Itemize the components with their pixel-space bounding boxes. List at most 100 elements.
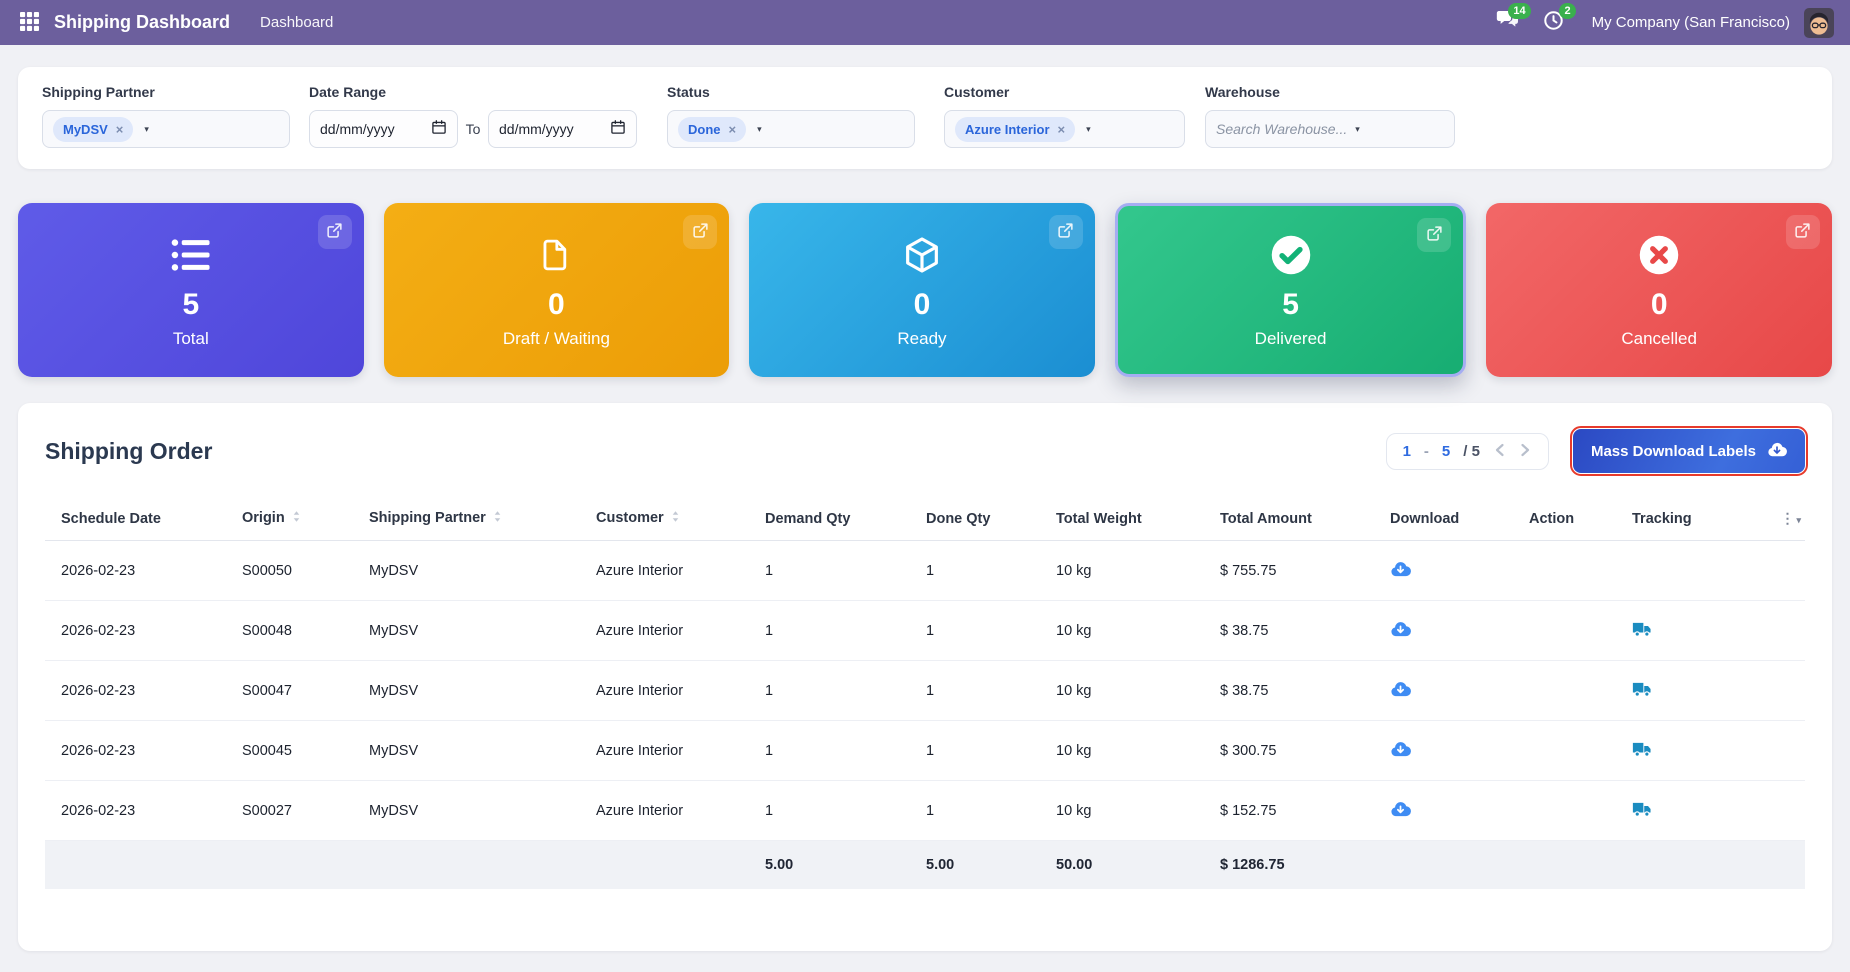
column-header-customer[interactable]: Customer — [580, 497, 749, 541]
download-label-icon[interactable] — [1390, 620, 1411, 637]
origin-cell: S00050 — [226, 540, 353, 601]
external-link-icon — [1057, 222, 1074, 242]
pager-prev-button[interactable] — [1493, 443, 1506, 460]
app-title[interactable]: Shipping Dashboard — [54, 12, 230, 33]
shipping-partner-cell: MyDSV — [353, 780, 580, 841]
action-cell — [1513, 780, 1616, 841]
filters-panel: Shipping Partner MyDSV × ▾ Date Range dd… — [18, 67, 1832, 169]
tracking-icon[interactable] — [1632, 680, 1653, 698]
stat-card-delivered[interactable]: 5 Delivered — [1114, 203, 1467, 377]
tracking-icon[interactable] — [1632, 740, 1653, 758]
apps-menu-button[interactable] — [16, 8, 43, 38]
selected-tag: Azure Interior × — [955, 116, 1076, 142]
customer-select[interactable]: Azure Interior × ▾ — [944, 110, 1185, 148]
done-qty-cell: 1 — [910, 540, 1040, 601]
schedule-date-cell: 2026-02-23 — [45, 600, 226, 661]
action-cell — [1513, 600, 1616, 661]
card-label: Total — [172, 328, 209, 348]
download-label-icon[interactable] — [1390, 560, 1411, 577]
shipping-partner-select[interactable]: MyDSV × ▾ — [42, 110, 290, 148]
origin-cell: S00047 — [226, 660, 353, 721]
remove-tag-icon[interactable]: × — [1058, 123, 1066, 136]
demand-qty-cell: 1 — [749, 660, 910, 721]
tracking-icon[interactable] — [1632, 620, 1653, 638]
download-label-icon[interactable] — [1390, 740, 1411, 757]
pager-dash: - — [1423, 442, 1429, 460]
remove-tag-icon[interactable]: × — [116, 123, 124, 136]
column-header-total-amount: Total Amount — [1204, 497, 1374, 541]
status-select[interactable]: Done × ▾ — [667, 110, 915, 148]
customer-cell: Azure Interior — [580, 720, 749, 781]
warehouse-search-input[interactable]: Search Warehouse... ▾ — [1205, 110, 1455, 148]
calendar-icon[interactable] — [431, 119, 447, 140]
table-header-row: Schedule Date Origin Shipping Partner Custo… — [45, 497, 1805, 541]
chevron-left-icon — [1494, 443, 1505, 460]
table-row[interactable]: 2026-02-23 S00050 MyDSV Azure Interior 1… — [45, 540, 1805, 601]
tag-label: MyDSV — [63, 121, 108, 137]
list-icon — [170, 232, 212, 278]
date-from-input[interactable]: dd/mm/yyyy — [309, 110, 458, 148]
messages-button[interactable]: 14 — [1496, 3, 1531, 35]
column-header-shipping-partner[interactable]: Shipping Partner — [353, 497, 580, 541]
open-records-button[interactable] — [317, 215, 352, 249]
total-weight: 50.00 — [1040, 840, 1204, 889]
card-label: Draft / Waiting — [502, 328, 610, 348]
total-weight-cell: 10 kg — [1040, 660, 1204, 721]
company-switcher[interactable]: My Company (San Francisco) — [1592, 14, 1790, 31]
stat-card-total[interactable]: 5 Total — [18, 203, 364, 377]
column-header-action: Action — [1513, 497, 1616, 541]
done-qty-cell: 1 — [910, 600, 1040, 661]
tracking-icon[interactable] — [1632, 800, 1653, 818]
sort-icon — [671, 511, 680, 527]
filter-shipping-partner: Shipping Partner MyDSV × ▾ — [42, 84, 290, 148]
pager-total: / 5 — [1463, 442, 1480, 460]
table-row[interactable]: 2026-02-23 S00048 MyDSV Azure Interior 1… — [45, 600, 1805, 661]
calendar-icon[interactable] — [610, 119, 626, 140]
open-records-button[interactable] — [1417, 218, 1452, 252]
action-cell — [1513, 540, 1616, 601]
customer-cell: Azure Interior — [580, 780, 749, 841]
origin-cell: S00048 — [226, 600, 353, 661]
open-records-button[interactable] — [1048, 215, 1083, 249]
table-row[interactable]: 2026-02-23 S00047 MyDSV Azure Interior 1… — [45, 660, 1805, 721]
pager-next-button[interactable] — [1519, 443, 1532, 460]
demand-qty-cell: 1 — [749, 600, 910, 661]
done-qty-cell: 1 — [910, 660, 1040, 721]
stat-card-draft-waiting[interactable]: 0 Draft / Waiting — [383, 203, 730, 377]
download-label-icon[interactable] — [1390, 800, 1411, 817]
stat-card-cancelled[interactable]: 0 Cancelled — [1486, 203, 1832, 377]
external-link-icon — [1426, 225, 1443, 245]
date-to-input[interactable]: dd/mm/yyyy — [488, 110, 637, 148]
column-options-button[interactable]: ⋮ ▾ — [1760, 497, 1805, 541]
total-demand-qty: 5.00 — [749, 840, 910, 889]
tag-label: Azure Interior — [965, 121, 1050, 137]
table-row[interactable]: 2026-02-23 S00045 MyDSV Azure Interior 1… — [45, 720, 1805, 781]
external-link-icon — [1794, 222, 1811, 242]
remove-tag-icon[interactable]: × — [729, 123, 737, 136]
column-header-origin[interactable]: Origin — [226, 497, 353, 541]
card-value: 5 — [1282, 287, 1299, 321]
mass-download-labels-button[interactable]: Mass Download Labels — [1569, 426, 1809, 476]
card-label: Cancelled — [1621, 328, 1697, 348]
total-amount: $ 1286.75 — [1204, 840, 1374, 889]
schedule-date-cell: 2026-02-23 — [45, 660, 226, 721]
demand-qty-cell: 1 — [749, 720, 910, 781]
shipping-partner-cell: MyDSV — [353, 720, 580, 781]
total-amount-cell: $ 755.75 — [1204, 540, 1374, 601]
activities-button[interactable]: 2 — [1543, 2, 1576, 36]
table-row[interactable]: 2026-02-23 S00027 MyDSV Azure Interior 1… — [45, 780, 1805, 841]
total-done-qty: 5.00 — [910, 840, 1040, 889]
x-circle-icon — [1638, 232, 1680, 278]
total-weight-cell: 10 kg — [1040, 720, 1204, 781]
open-records-button[interactable] — [1785, 215, 1820, 249]
customer-cell: Azure Interior — [580, 660, 749, 721]
menu-item-dashboard[interactable]: Dashboard — [260, 14, 333, 31]
download-label-icon[interactable] — [1390, 680, 1411, 697]
filter-label: Shipping Partner — [42, 84, 155, 100]
stat-card-ready[interactable]: 0 Ready — [749, 203, 1095, 377]
open-records-button[interactable] — [683, 215, 718, 249]
filter-date-range: Date Range dd/mm/yyyy To dd/mm/yyyy — [309, 84, 637, 148]
column-header-download: Download — [1374, 497, 1513, 541]
demand-qty-cell: 1 — [749, 780, 910, 841]
user-avatar[interactable] — [1804, 7, 1834, 38]
